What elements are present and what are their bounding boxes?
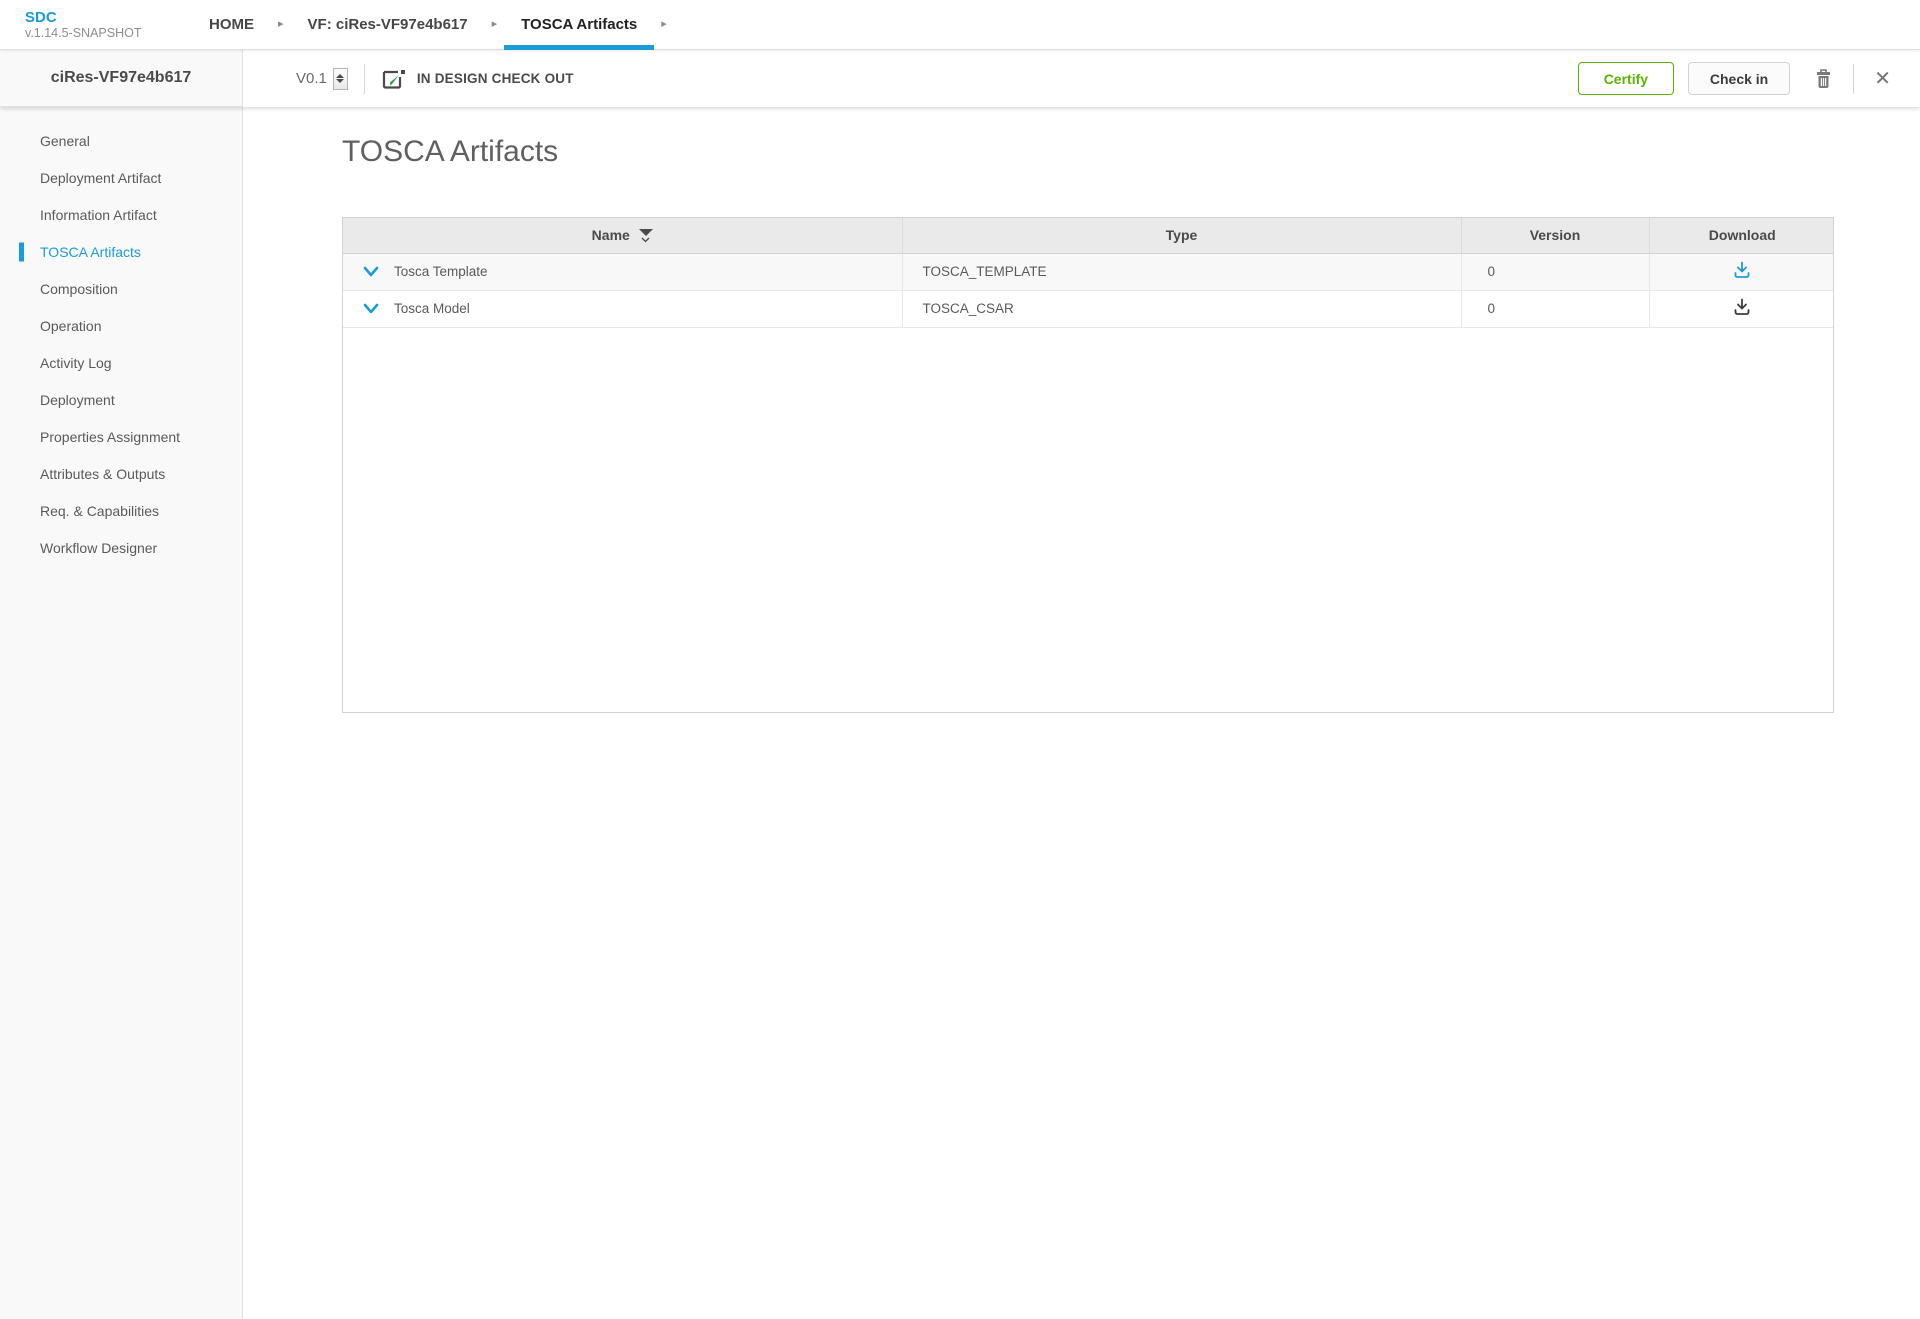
entity-title-panel: ciRes-VF97e4b617 <box>0 50 243 107</box>
sidebar-item-information-artifact[interactable]: Information Artifact <box>0 196 242 233</box>
certify-button[interactable]: Certify <box>1578 62 1674 95</box>
sdc-logo: SDC v.1.14.5-SNAPSHOT <box>0 0 192 49</box>
close-icon: ✕ <box>1874 69 1891 89</box>
sidebar-item-composition[interactable]: Composition <box>0 270 242 307</box>
download-button[interactable] <box>1727 259 1757 284</box>
column-header-name[interactable]: Name <box>343 218 902 253</box>
trash-icon <box>1814 68 1833 89</box>
breadcrumb: HOME ▸ VF: ciRes-VF97e4b617 ▸ TOSCA Arti… <box>192 0 674 49</box>
check-in-button[interactable]: Check in <box>1688 62 1790 95</box>
sidebar-item-operation[interactable]: Operation <box>0 307 242 344</box>
toolbar-divider <box>1853 64 1854 94</box>
chevron-down-icon <box>363 303 379 315</box>
status-label: IN DESIGN CHECK OUT <box>417 71 574 86</box>
stepper-down-icon <box>336 79 344 83</box>
artifact-version: 0 <box>1461 290 1649 327</box>
brand-version: v.1.14.5-SNAPSHOT <box>25 26 192 41</box>
entity-title: ciRes-VF97e4b617 <box>51 69 192 87</box>
sidebar-item-activity-log[interactable]: Activity Log <box>0 344 242 381</box>
artifact-name: Tosca Template <box>394 264 488 279</box>
download-button[interactable] <box>1727 296 1757 321</box>
version-stepper[interactable] <box>333 68 348 90</box>
top-nav-bar: SDC v.1.14.5-SNAPSHOT HOME ▸ VF: ciRes-V… <box>0 0 1920 50</box>
download-icon <box>1733 298 1751 316</box>
sidebar-item-properties-assignment[interactable]: Properties Assignment <box>0 418 242 455</box>
table-header-row: Name Type Version Download <box>343 218 1834 253</box>
table-row[interactable]: Tosca Template TOSCA_TEMPLATE 0 <box>343 253 1834 290</box>
breadcrumb-tab-tosca-artifacts[interactable]: TOSCA Artifacts <box>504 0 654 49</box>
page-title: TOSCA Artifacts <box>342 133 1920 171</box>
sidebar-item-deployment-artifact[interactable]: Deployment Artifact <box>0 159 242 196</box>
expand-row-button[interactable] <box>363 303 379 315</box>
sort-icon <box>639 229 653 243</box>
column-header-name-label: Name <box>592 227 630 243</box>
tosca-artifacts-table: Name Type Version Download <box>342 217 1834 713</box>
artifact-type: TOSCA_CSAR <box>902 290 1461 327</box>
toolbar-divider <box>364 64 365 94</box>
table-row[interactable]: Tosca Model TOSCA_CSAR 0 <box>343 290 1834 327</box>
sidebar-item-general[interactable]: General <box>0 122 242 159</box>
workspace-toolbar: V0.1 IN DESIGN CHECK OUT Certify Check i… <box>243 50 1920 107</box>
breadcrumb-tab-home[interactable]: HOME <box>192 0 271 49</box>
artifact-type: TOSCA_TEMPLATE <box>902 253 1461 290</box>
content-row: General Deployment Artifact Information … <box>0 107 1920 1319</box>
sidebar: General Deployment Artifact Information … <box>0 107 243 1319</box>
sidebar-item-req-capabilities[interactable]: Req. & Capabilities <box>0 492 242 529</box>
expand-row-button[interactable] <box>363 266 379 278</box>
close-button[interactable]: ✕ <box>1870 65 1895 93</box>
sidebar-item-workflow-designer[interactable]: Workflow Designer <box>0 529 242 566</box>
lifecycle-status: IN DESIGN CHECK OUT <box>381 67 574 91</box>
main-content: TOSCA Artifacts Name <box>243 107 1920 1319</box>
stepper-up-icon <box>336 74 344 78</box>
column-header-type[interactable]: Type <box>902 218 1461 253</box>
sidebar-item-attributes-outputs[interactable]: Attributes & Outputs <box>0 455 242 492</box>
artifact-name: Tosca Model <box>394 301 470 316</box>
chevron-down-icon <box>363 266 379 278</box>
breadcrumb-arrow-icon: ▸ <box>654 0 674 49</box>
column-header-download[interactable]: Download <box>1649 218 1834 253</box>
breadcrumb-arrow-icon: ▸ <box>485 0 505 49</box>
breadcrumb-tab-vf[interactable]: VF: ciRes-VF97e4b617 <box>291 0 485 49</box>
column-header-version[interactable]: Version <box>1461 218 1649 253</box>
breadcrumb-arrow-icon: ▸ <box>271 0 291 49</box>
download-icon <box>1733 261 1751 279</box>
workspace-header: ciRes-VF97e4b617 V0.1 IN DESIGN CHECK OU… <box>0 50 1920 107</box>
version-label: V0.1 <box>296 70 327 87</box>
brand-name: SDC <box>25 9 192 26</box>
artifact-version: 0 <box>1461 253 1649 290</box>
delete-button[interactable] <box>1810 64 1837 93</box>
sidebar-item-tosca-artifacts[interactable]: TOSCA Artifacts <box>0 233 242 270</box>
edit-draft-icon <box>381 67 407 91</box>
sidebar-item-deployment[interactable]: Deployment <box>0 381 242 418</box>
